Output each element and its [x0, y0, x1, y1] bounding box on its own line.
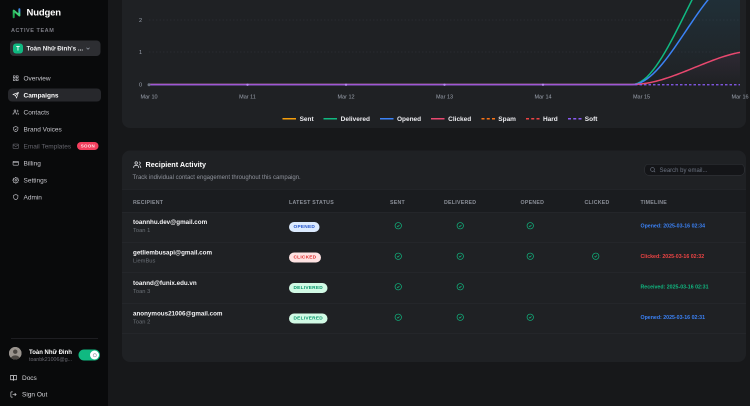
svg-text:Mar 13: Mar 13 [436, 95, 453, 101]
svg-text:Mar 12: Mar 12 [337, 95, 354, 101]
svg-text:Mar 14: Mar 14 [534, 95, 551, 101]
svg-text:2: 2 [139, 18, 142, 24]
svg-text:Mar 15: Mar 15 [633, 95, 650, 101]
svg-text:Mar 11: Mar 11 [239, 95, 256, 101]
svg-text:Mar 10: Mar 10 [140, 95, 157, 101]
svg-text:1: 1 [139, 50, 142, 56]
svg-text:Mar 16: Mar 16 [731, 95, 748, 101]
svg-text:0: 0 [139, 83, 142, 89]
